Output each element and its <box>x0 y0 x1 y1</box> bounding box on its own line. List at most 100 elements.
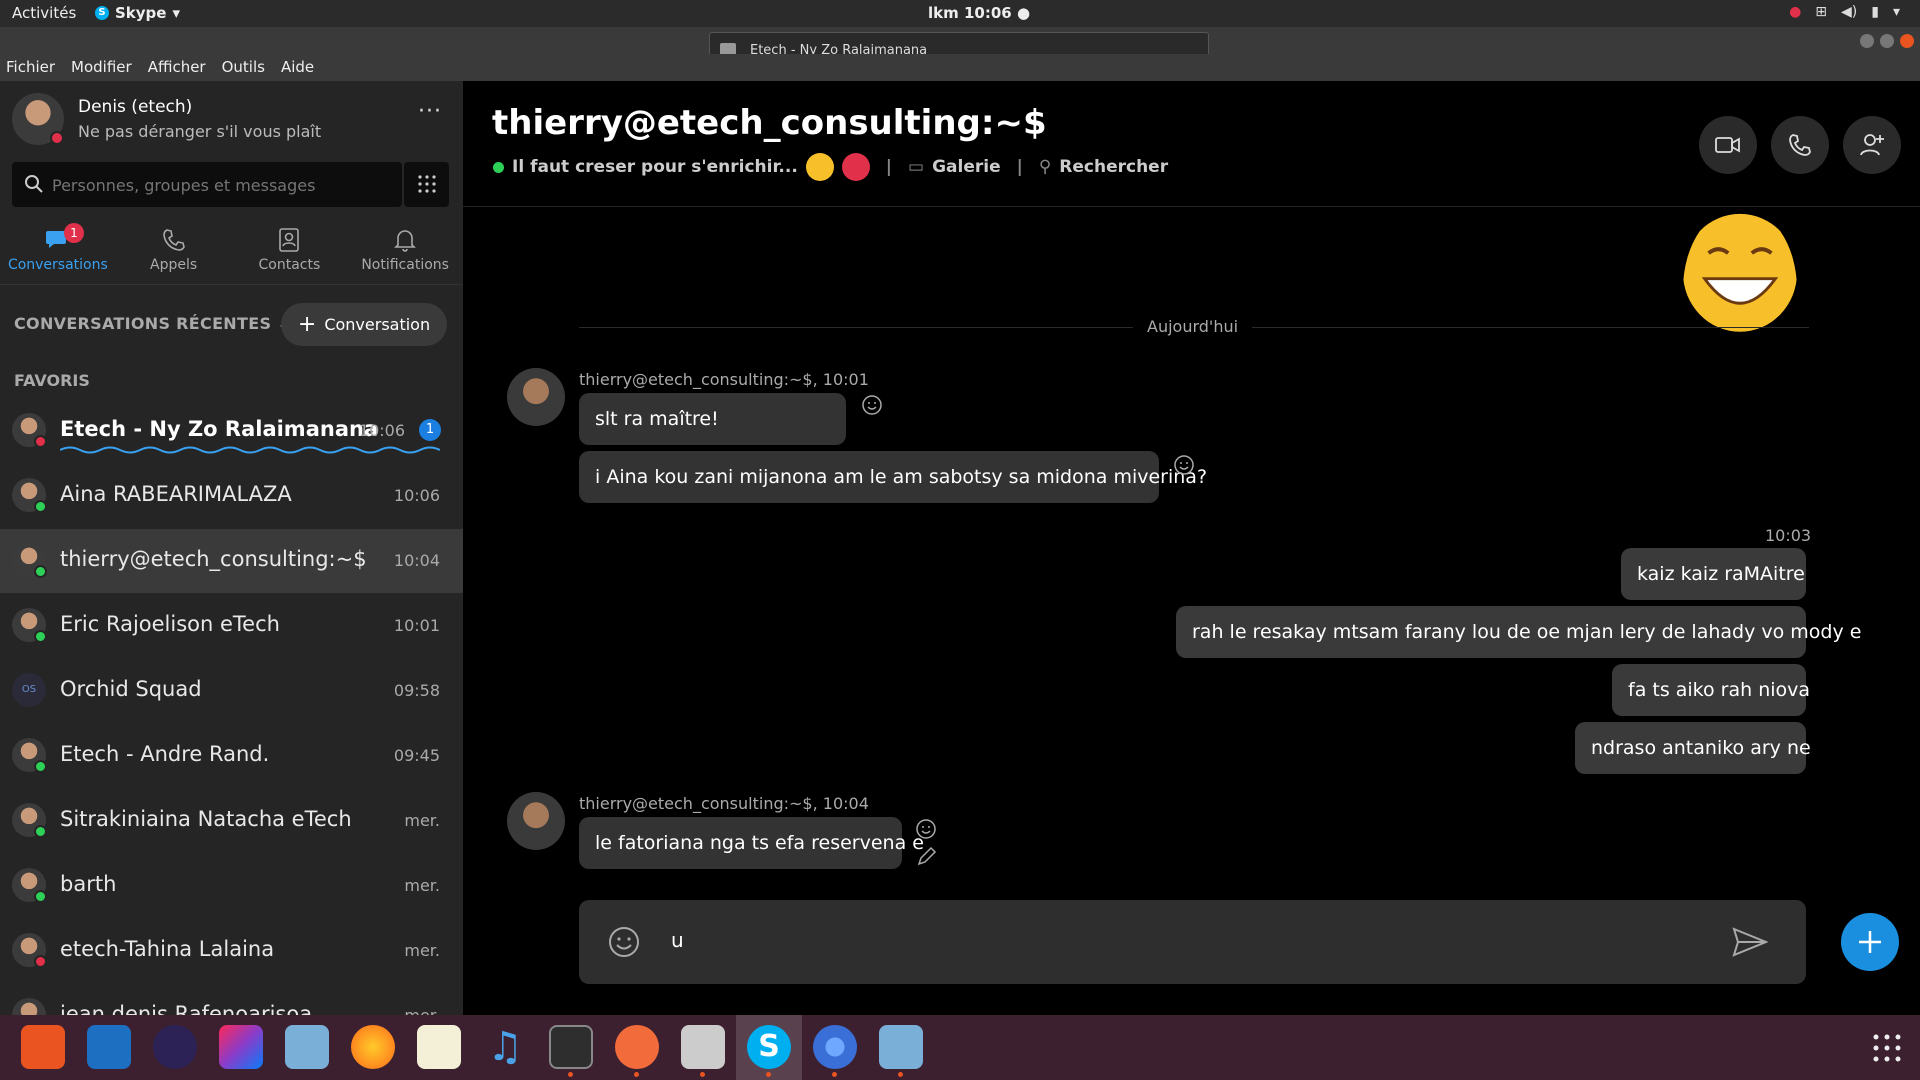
conversation-name: Orchid Squad <box>60 677 202 701</box>
emoji-picker-icon[interactable] <box>607 925 641 959</box>
online-status-icon <box>34 890 47 903</box>
avatar[interactable] <box>507 368 565 426</box>
conversation-item[interactable]: thierry@etech_consulting:~$ 10:04 <box>0 529 463 593</box>
dock-item-skype[interactable]: S <box>736 1015 802 1080</box>
conversation-name: thierry@etech_consulting:~$ <box>60 547 367 571</box>
close-button[interactable] <box>1900 34 1914 48</box>
tab-label: Appels <box>150 257 198 273</box>
menu-afficher[interactable]: Afficher <box>148 54 214 81</box>
message-bubble[interactable]: ndraso antaniko ary ne <box>1575 722 1811 774</box>
minimize-button[interactable] <box>1860 34 1874 48</box>
postman-icon <box>615 1025 659 1069</box>
conversation-item[interactable]: barth mer. <box>0 854 463 918</box>
clock[interactable]: lkm 10:06 ● <box>928 4 1030 22</box>
dock-item-virtualbox-vm[interactable] <box>868 1015 934 1080</box>
app-menu[interactable]: S Skype ▾ <box>95 4 180 22</box>
avatar[interactable] <box>507 792 565 850</box>
message-bubble[interactable]: rah le resakay mtsam farany lou de oe mj… <box>1176 606 1861 658</box>
audio-call-button[interactable] <box>1771 116 1829 174</box>
tab-label: Contacts <box>258 257 321 273</box>
chromium-icon <box>813 1025 857 1069</box>
add-content-button[interactable] <box>1841 913 1899 971</box>
message-bubble[interactable]: kaiz kaiz raMAitre <box>1621 548 1806 600</box>
dock-item-text-editor[interactable] <box>406 1015 472 1080</box>
tab-conversations[interactable]: 1 Conversations <box>0 215 116 284</box>
conversation-item[interactable]: Sitrakiniaina Natacha eTech mer. <box>0 789 463 853</box>
conversation-item[interactable]: Etech - Ny Zo Ralaimanana 10:06 1 <box>0 399 463 463</box>
menu-outils[interactable]: Outils <box>222 54 273 81</box>
pencil-edit-icon[interactable] <box>915 846 937 868</box>
conversation-name: barth <box>60 872 117 896</box>
conversation-time: 09:58 <box>393 681 440 700</box>
conversation-item[interactable]: Eric Rajoelison eTech 10:01 <box>0 594 463 658</box>
more-options-icon[interactable]: ··· <box>418 99 442 124</box>
message-input[interactable]: u <box>671 928 684 952</box>
dock-item-software[interactable] <box>10 1015 76 1080</box>
dock-item-files[interactable] <box>670 1015 736 1080</box>
tab-calls[interactable]: Appels <box>116 215 232 284</box>
dock-item-monitor[interactable] <box>76 1015 142 1080</box>
smiley-reaction-icon[interactable] <box>861 394 883 416</box>
chevron-down-icon: ▾ <box>172 4 180 22</box>
dock-item-virtualbox[interactable] <box>274 1015 340 1080</box>
new-conversation-button[interactable]: + Conversation <box>281 303 447 346</box>
conversation-item[interactable]: Aina RABEARIMALAZA 10:06 <box>0 464 463 528</box>
activities-button[interactable]: Activités <box>12 4 76 22</box>
dock-item-chromium[interactable] <box>802 1015 868 1080</box>
dock-item-terminal[interactable] <box>538 1015 604 1080</box>
tab-label: Notifications <box>361 257 449 273</box>
message-bubble[interactable]: fa ts aiko rah niova <box>1612 664 1810 716</box>
maximize-button[interactable] <box>1880 34 1894 48</box>
virtualbox-icon <box>285 1025 329 1069</box>
show-applications-icon[interactable] <box>1872 1033 1902 1063</box>
dock-item-firefox[interactable] <box>340 1015 406 1080</box>
tab-contacts[interactable]: Contacts <box>232 215 348 284</box>
dock-item-intellij[interactable] <box>208 1015 274 1080</box>
menu-aide[interactable]: Aide <box>281 54 322 81</box>
message-composer[interactable]: u <box>579 900 1806 984</box>
volume-icon[interactable]: ◀) <box>1841 4 1857 20</box>
menu-modifier[interactable]: Modifier <box>71 54 140 81</box>
recent-conversations-dropdown[interactable]: CONVERSATIONS RÉCENTES ⌄ <box>14 314 291 333</box>
network-icon[interactable]: ⊞ <box>1815 4 1827 20</box>
message-bubble[interactable]: le fatoriana nga ts efa reservena e <box>579 817 924 869</box>
skype-icon: S <box>747 1025 791 1069</box>
search-input[interactable] <box>52 172 392 198</box>
message-bubble[interactable]: i Aina kou zani mijanona am le am sabots… <box>579 451 1207 503</box>
conversation-item[interactable]: jean denis Rafenoarisoa mer. <box>0 984 463 1015</box>
menubar: Fichier Modifier Afficher Outils Aide <box>0 54 1920 81</box>
conversation-time: 10:01 <box>393 616 440 635</box>
video-camera-icon <box>1715 137 1740 153</box>
window-controls <box>1860 34 1914 48</box>
send-icon[interactable] <box>1732 927 1768 957</box>
add-people-button[interactable] <box>1843 116 1901 174</box>
power-menu-icon[interactable]: ▾ <box>1893 4 1900 20</box>
conversation-name: Etech - Andre Rand. <box>60 742 270 766</box>
running-indicator <box>898 1072 903 1077</box>
gallery-link[interactable]: Galerie <box>932 157 1001 177</box>
dock-item-eclipse[interactable] <box>142 1015 208 1080</box>
smiley-reaction-icon[interactable] <box>915 818 937 840</box>
dialpad-button[interactable] <box>404 162 449 207</box>
chat-title[interactable]: thierry@etech_consulting:~$ <box>492 103 1047 143</box>
conversation-item[interactable]: etech-Tahina Lalaina mer. <box>0 919 463 983</box>
gallery-icon: ▭ <box>908 157 925 177</box>
search-link[interactable]: Rechercher <box>1059 157 1168 177</box>
battery-icon[interactable]: ▮ <box>1871 4 1879 20</box>
video-call-button[interactable] <box>1699 116 1757 174</box>
dock-item-postman[interactable] <box>604 1015 670 1080</box>
menu-fichier[interactable]: Fichier <box>6 54 63 81</box>
conversation-item[interactable]: Etech - Andre Rand. 09:45 <box>0 724 463 788</box>
system-monitor-icon <box>87 1025 131 1069</box>
smiley-reaction-icon[interactable] <box>1173 454 1195 476</box>
message-bubble[interactable]: slt ra maître! <box>579 393 846 445</box>
tab-notifications[interactable]: Notifications <box>347 215 463 284</box>
unread-badge: 1 <box>64 223 84 243</box>
chat-panel: thierry@etech_consulting:~$ Il faut cres… <box>463 81 1920 1015</box>
dock-item-music[interactable]: ♫ <box>472 1015 538 1080</box>
skype-tray-icon[interactable]: ● <box>1789 4 1801 20</box>
profile-header[interactable]: Denis (etech) Ne pas déranger s'il vous … <box>12 91 452 151</box>
conversation-item[interactable]: OS Orchid Squad 09:58 <box>0 659 463 723</box>
online-status-icon <box>34 565 47 578</box>
search-box[interactable] <box>12 162 402 207</box>
